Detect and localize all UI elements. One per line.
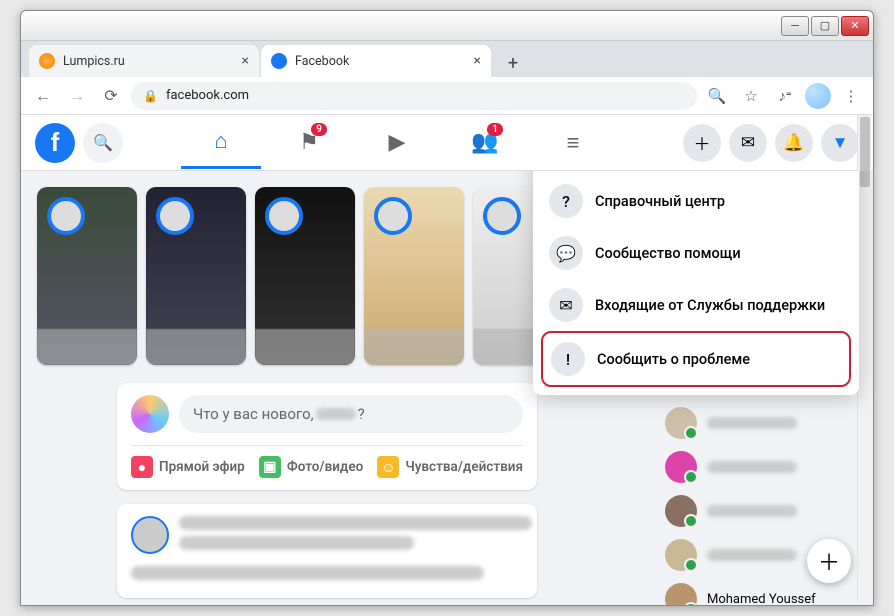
help-icon: ? [549,184,583,218]
tab-close-icon[interactable]: × [242,53,249,69]
story-card[interactable] [364,187,464,365]
tab-close-icon[interactable]: × [474,53,481,69]
window-close-button[interactable]: ✕ [841,16,869,36]
new-message-fab[interactable]: ＋ [807,539,851,583]
post-avatar[interactable] [131,516,169,554]
nav-watch[interactable]: ▶ [357,117,437,169]
composer-card: Что у вас нового, ? ●Прямой эфир ▣Фото/в… [117,383,537,490]
url-text: facebook.com [166,88,249,103]
contact-item[interactable] [661,489,861,533]
create-button[interactable]: ＋ [683,124,721,162]
inbox-icon: ✉ [549,288,583,322]
address-bar[interactable]: 🔒 facebook.com [131,82,697,110]
composer-input[interactable]: Что у вас нового, ? [179,395,523,433]
plus-icon: ＋ [694,130,711,155]
menu-icon: ≡ [567,130,580,156]
lock-icon: 🔒 [143,89,158,103]
search-button[interactable]: 🔍 [83,123,123,163]
new-tab-button[interactable]: + [499,49,527,77]
story-card[interactable] [255,187,355,365]
menu-item-community[interactable]: 💬 Сообщество помощи [541,227,851,279]
browser-tab-active[interactable]: Facebook × [261,45,491,77]
redacted-text [179,516,532,530]
nav-more[interactable]: ≡ [533,117,613,169]
help-support-panel: ← Справка и поддержка ? Справочный центр… [533,171,859,395]
alert-icon: ! [551,342,585,376]
tab-title: Lumpics.ru [63,54,125,69]
video-icon: ● [131,456,153,478]
messenger-icon: ✉ [741,133,755,153]
contact-item[interactable] [661,401,861,445]
back-button[interactable]: ← [29,82,57,110]
photo-icon: ▣ [259,456,281,478]
messenger-button[interactable]: ✉ [729,124,767,162]
story-card[interactable] [37,187,137,365]
watch-icon: ▶ [389,130,406,155]
browser-tab[interactable]: Lumpics.ru × [29,45,259,77]
bell-icon: 🔔 [783,133,804,153]
redacted-name [316,408,356,420]
contact-item[interactable] [661,445,861,489]
chevron-down-icon: ▼ [832,133,849,153]
user-avatar[interactable] [131,395,169,433]
home-icon: ⌂ [214,128,227,154]
scrollbar[interactable] [857,115,871,601]
tab-title: Facebook [295,54,349,69]
scrollbar-thumb[interactable] [860,117,870,187]
facebook-logo[interactable]: f [35,123,75,163]
browser-menu-button[interactable]: ⋮ [837,82,865,110]
reload-button[interactable]: ⟳ [97,82,125,110]
notifications-button[interactable]: 🔔 [775,124,813,162]
feed-post [117,504,537,598]
composer-feeling-button[interactable]: ☺Чувства/действия [377,456,523,478]
nav-home[interactable]: ⌂ [181,117,261,169]
forward-button[interactable]: → [63,82,91,110]
profile-avatar[interactable] [805,83,831,109]
bookmark-button[interactable]: ☆ [737,82,765,110]
chat-icon: 💬 [549,236,583,270]
favicon-icon [271,53,287,69]
composer-photo-button[interactable]: ▣Фото/видео [259,456,363,478]
search-icon: 🔍 [93,133,113,152]
menu-item-help-center[interactable]: ? Справочный центр [541,175,851,227]
find-button[interactable]: 🔍 [703,82,731,110]
facebook-body: Что у вас нового, ? ●Прямой эфир ▣Фото/в… [21,171,873,605]
redacted-text [131,566,484,580]
window-titlebar: ─ ▢ ✕ [21,11,873,41]
browser-toolbar: ← → ⟳ 🔒 facebook.com 🔍 ☆ ♪⁼ ⋮ [21,77,873,115]
facebook-header: f 🔍 ⌂ ⚑ 9 ▶ 👥 1 ≡ ＋ ✉ � [21,115,873,171]
window-maximize-button[interactable]: ▢ [811,16,839,36]
plus-icon: ＋ [818,545,840,577]
account-menu-button[interactable]: ▼ [821,124,859,162]
composer-live-button[interactable]: ●Прямой эфир [131,456,245,478]
menu-item-report-problem[interactable]: ! Сообщить о проблеме [541,331,851,387]
nav-pages[interactable]: ⚑ 9 [269,117,349,169]
contact-name: Mohamed Youssef [707,592,816,606]
smile-icon: ☺ [377,456,399,478]
media-button[interactable]: ♪⁼ [771,82,799,110]
menu-item-support-inbox[interactable]: ✉ Входящие от Службы поддержки [541,279,851,331]
favicon-icon [39,53,55,69]
browser-tabstrip: Lumpics.ru × Facebook × + [21,41,873,77]
badge: 1 [487,123,503,136]
window-minimize-button[interactable]: ─ [781,16,809,36]
story-card[interactable] [146,187,246,365]
redacted-text [179,536,414,550]
nav-groups[interactable]: 👥 1 [445,117,525,169]
badge: 9 [311,123,327,136]
